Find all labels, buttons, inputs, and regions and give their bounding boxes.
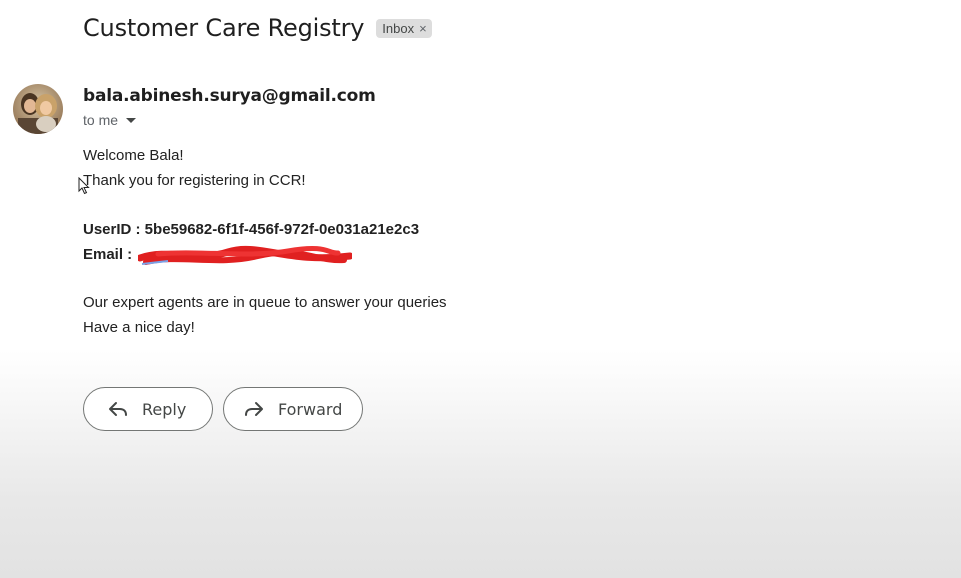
inbox-label-text: Inbox (382, 20, 415, 36)
reply-arrow-icon (108, 399, 130, 419)
inbox-label-chip[interactable]: Inbox × (376, 18, 432, 38)
email-subject: Customer Care Registry (83, 14, 365, 42)
reply-button[interactable]: Reply (83, 387, 213, 431)
remove-label-icon[interactable]: × (419, 22, 427, 35)
forward-arrow-icon (244, 399, 266, 419)
email-label: Email : (83, 246, 133, 263)
reply-label: Reply (142, 399, 187, 419)
sender-address: bala.abinesh.surya@gmail.com (83, 86, 376, 106)
avatar-photo-icon (13, 84, 63, 134)
recipient-text: to me (83, 112, 119, 128)
subject-row: Customer Care Registry Inbox × (83, 14, 432, 42)
closing-line: Have a nice day! (83, 319, 195, 336)
caret-down-icon[interactable] (126, 118, 137, 123)
queue-line: Our expert agents are in queue to answer… (83, 294, 447, 311)
greeting-line: Welcome Bala! (83, 147, 184, 164)
forward-label: Forward (278, 399, 343, 419)
mouse-pointer-icon (78, 177, 90, 195)
thanks-line: Thank you for registering in CCR! (83, 172, 306, 189)
recipient-details-toggle[interactable]: to me (83, 112, 137, 128)
sender-avatar[interactable] (13, 84, 63, 134)
forward-button[interactable]: Forward (223, 387, 363, 431)
userid-line: UserID : 5be59682-6f1f-456f-972f-0e031a2… (83, 221, 420, 238)
redaction-scribble (138, 245, 352, 265)
